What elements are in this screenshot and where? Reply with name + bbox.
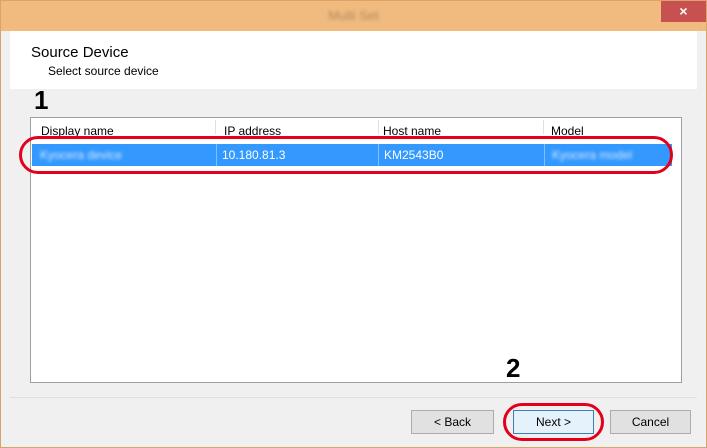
wizard-window: Multi Set × Source Device Select source … [0,0,707,448]
highlight-ring-row [19,136,673,174]
page-subtitle: Select source device [48,64,159,78]
title-bar: Multi Set × [1,1,706,31]
step-marker-2: 2 [506,353,521,383]
cancel-button[interactable]: Cancel [610,410,691,434]
column-divider [378,120,379,134]
column-header-model[interactable]: Model [551,118,671,136]
highlight-ring-next [503,403,604,441]
column-header-display-name[interactable]: Display name [41,118,211,136]
close-icon: × [679,3,688,19]
column-divider [543,120,544,134]
window-title: Multi Set [328,8,379,23]
column-header-ip-address[interactable]: IP address [224,118,374,136]
page-title: Source Device [31,44,129,61]
column-header-host-name[interactable]: Host name [383,118,533,136]
back-button[interactable]: < Back [411,410,494,434]
column-divider [215,120,216,134]
wizard-header: Source Device Select source device [10,31,697,89]
step-marker-1: 1 [34,85,49,115]
close-button[interactable]: × [661,1,706,22]
